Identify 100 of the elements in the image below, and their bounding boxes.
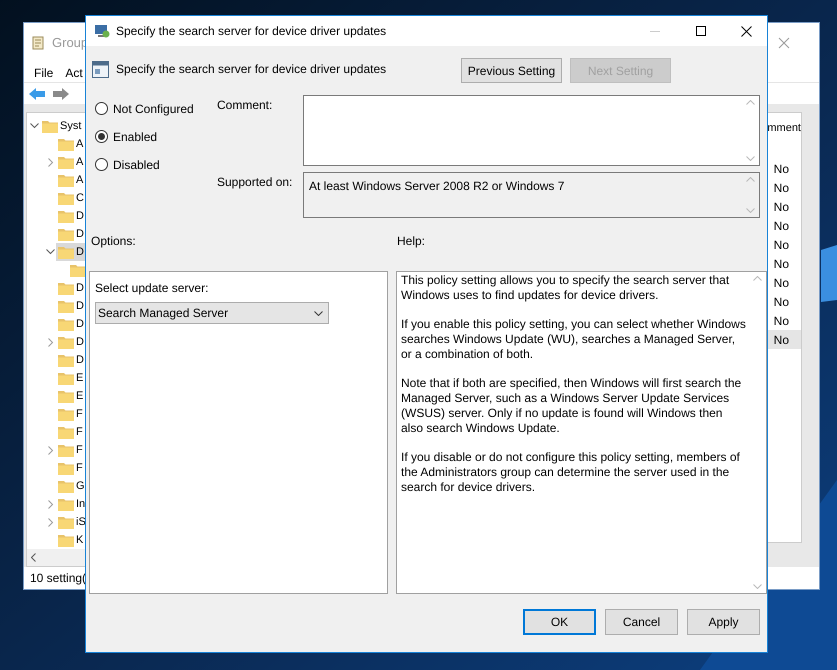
tree-item-label: D — [76, 298, 84, 314]
chevron-right-icon[interactable] — [48, 338, 54, 347]
radio-option[interactable]: Enabled — [95, 127, 217, 146]
folder-icon — [58, 210, 74, 223]
tree-item[interactable]: Syst — [40, 117, 82, 136]
tree-item[interactable]: D — [56, 351, 85, 370]
folder-icon — [58, 192, 74, 205]
scroll-up-icon[interactable] — [746, 100, 755, 105]
tree-item-label: D — [76, 280, 84, 296]
folder-icon — [58, 516, 74, 529]
radio-option[interactable]: Disabled — [95, 155, 217, 174]
tree-item[interactable]: F — [56, 441, 84, 460]
chevron-down-icon[interactable] — [30, 123, 39, 130]
tree-item-label: D — [76, 334, 84, 350]
comment-field[interactable] — [303, 95, 760, 166]
tree-item[interactable]: D — [56, 225, 85, 244]
folder-icon — [58, 534, 74, 547]
options-label: Options: — [91, 233, 137, 250]
table-cell-text: No — [772, 218, 790, 235]
folder-icon — [58, 300, 74, 313]
dialog-button[interactable]: Cancel — [605, 609, 678, 635]
folder-icon — [58, 174, 74, 187]
tree-item[interactable]: A — [56, 171, 84, 190]
radio-button[interactable] — [95, 158, 108, 171]
tree-item-label: C — [76, 190, 84, 206]
computer-icon — [94, 23, 110, 39]
tree-item-label: In — [76, 496, 86, 512]
folder-icon — [58, 390, 74, 403]
tree-item-label: A — [76, 172, 84, 188]
nav-button[interactable]: Previous Setting — [461, 58, 562, 83]
folder-icon — [58, 228, 74, 241]
folder-icon — [58, 318, 74, 331]
help-label: Help: — [397, 233, 426, 250]
tree-item[interactable]: D — [56, 297, 85, 316]
scroll-up-icon[interactable] — [753, 276, 762, 281]
table-cell-text: No — [772, 294, 790, 311]
horizontal-scroll-bar[interactable] — [27, 549, 87, 566]
forward-arrow-icon[interactable] — [52, 86, 70, 101]
tree-item[interactable]: D — [56, 315, 85, 334]
tree-item[interactable]: In — [56, 495, 86, 514]
table-cell-text: No — [772, 160, 790, 178]
dialog-button[interactable]: Apply — [687, 609, 760, 635]
scroll-down-icon[interactable] — [746, 208, 755, 213]
tree-item[interactable]: A — [56, 135, 84, 154]
table-cell-text: No — [772, 180, 790, 197]
tree-item[interactable]: E — [56, 387, 84, 406]
scroll-document-icon — [30, 34, 46, 51]
column-header[interactable]: mment — [767, 117, 801, 140]
tree-item[interactable]: F — [56, 405, 84, 424]
chevron-right-icon[interactable] — [48, 158, 54, 167]
close-icon[interactable] — [741, 26, 752, 36]
tree-item-label: F — [76, 460, 83, 476]
tree-item[interactable]: G — [56, 477, 86, 496]
tree-item-label: D — [76, 208, 84, 224]
scroll-down-icon[interactable] — [746, 156, 755, 161]
back-arrow-icon[interactable] — [28, 86, 46, 101]
update-server-dropdown[interactable]: Search Managed Server — [95, 302, 329, 324]
tree-item[interactable]: D — [56, 243, 85, 262]
chevron-down-icon[interactable] — [46, 249, 55, 256]
tree-item[interactable]: K — [56, 531, 84, 550]
table-cell-text: No — [772, 198, 790, 216]
chevron-right-icon[interactable] — [48, 446, 54, 455]
folder-icon — [58, 336, 74, 349]
menu-item[interactable]: Act — [65, 64, 83, 82]
scroll-left-icon[interactable] — [31, 553, 36, 562]
chevron-right-icon[interactable] — [48, 500, 54, 509]
tree-item[interactable]: D — [56, 333, 85, 352]
window-title: Specify the search server for device driver updates — [116, 23, 386, 40]
dialog-button[interactable]: OK — [523, 609, 596, 635]
tree-item[interactable]: A — [56, 153, 84, 172]
help-paragraph: If you enable this policy setting, you can select whether Windows searches Windows Update (WU), searches a Managed Server, or a combination of both. — [401, 317, 747, 362]
radio-button[interactable] — [95, 102, 108, 115]
folder-icon — [58, 282, 74, 295]
scroll-down-icon[interactable] — [753, 584, 762, 589]
tree-item-label: A — [76, 154, 84, 170]
scroll-up-icon[interactable] — [746, 177, 755, 182]
folder-icon — [58, 138, 74, 151]
settings-page-icon — [92, 61, 109, 78]
radio-option[interactable]: Not Configured — [95, 99, 217, 118]
tree-item-label: D — [76, 244, 84, 260]
tree-item[interactable]: D — [56, 207, 85, 226]
menu-item[interactable]: File — [34, 64, 54, 82]
tree-item-label: D — [76, 316, 84, 332]
tree-item[interactable]: F — [56, 459, 84, 478]
tree-item[interactable]: F — [56, 423, 84, 442]
maximize-icon[interactable] — [696, 26, 706, 36]
chevron-right-icon[interactable] — [48, 518, 54, 527]
tree-item[interactable]: iS — [56, 513, 87, 532]
folder-icon — [42, 120, 58, 133]
policy-heading: Specify the search server for device driver updates — [116, 61, 388, 78]
folder-icon — [58, 426, 74, 439]
minimize-icon[interactable] — [650, 30, 660, 32]
tree-item[interactable]: E — [56, 369, 84, 388]
tree-item-label: F — [76, 442, 83, 458]
folder-icon — [58, 156, 74, 169]
radio-button[interactable] — [95, 130, 108, 143]
tree-item[interactable]: C — [56, 189, 85, 208]
tree-item[interactable]: D — [56, 279, 85, 298]
help-paragraph: If you disable or do not configure this policy setting, members of the Administrators group can determine the server used in the search for device drivers. — [401, 450, 741, 495]
tree-item-label: A — [76, 136, 84, 152]
